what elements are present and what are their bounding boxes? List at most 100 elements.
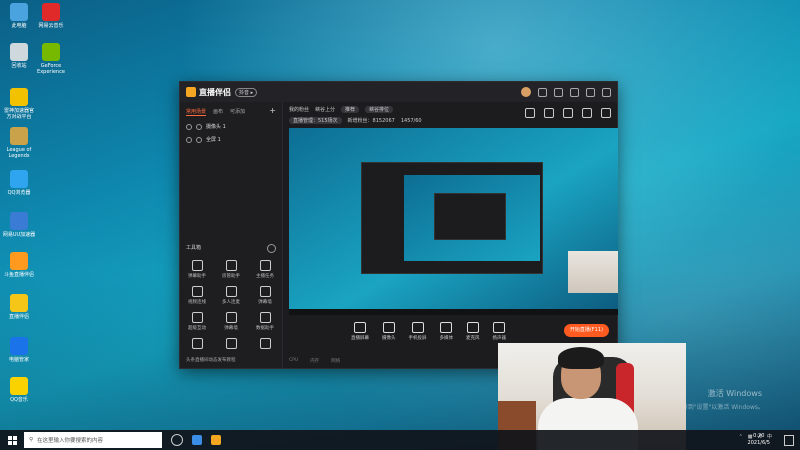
windows-icon	[7, 435, 17, 445]
desktop-icon-label: 雷神加速器官方对战平台	[3, 108, 34, 120]
tool-item[interactable]: 房管助手	[214, 260, 248, 279]
desktop-icon[interactable]: 直播伴侣	[2, 294, 36, 320]
download-icon	[225, 338, 237, 349]
desktop-icon[interactable]: League of Legends	[2, 127, 36, 159]
desktop-icon-label: League of Legends	[6, 147, 32, 159]
message-icon[interactable]	[554, 87, 563, 97]
notification-icon[interactable]	[784, 435, 794, 446]
menu-icon[interactable]	[570, 87, 579, 97]
tool-item[interactable]: 视频连线	[180, 286, 214, 305]
tool-item[interactable]: 弹幕助手	[180, 260, 214, 279]
lock-icon[interactable]	[544, 108, 554, 118]
tool-label: 多人连麦	[222, 300, 240, 305]
activation-watermark: 激活 Windows	[707, 389, 762, 398]
category-tag[interactable]: 推荐	[341, 106, 360, 113]
tool-item[interactable]: 超级互动	[180, 312, 214, 331]
gift-icon[interactable]	[525, 108, 535, 118]
desktop-icon-label: 电脑管家	[8, 357, 29, 363]
toolbox-header: 工具箱	[186, 244, 276, 253]
tool-item[interactable]: 多人连麦	[214, 286, 248, 305]
live-companion-icon	[10, 294, 28, 312]
desktop-icon[interactable]: QQ音乐	[2, 377, 36, 403]
camera-preview	[568, 251, 618, 293]
clock[interactable]: 0:20 2021/6/5	[748, 433, 770, 447]
desktop-icon-label: GeForce Experience	[37, 63, 65, 75]
desktop-icon-label: 直播伴侣	[8, 314, 29, 320]
microphone-icon	[466, 321, 479, 333]
tab-common-scenes[interactable]: 常用场景	[186, 108, 207, 116]
tool-item[interactable]	[180, 338, 214, 351]
control-media[interactable]: 多媒体	[439, 321, 454, 341]
shop-icon[interactable]	[563, 108, 573, 118]
desktop-icon[interactable]: 网易UU加速器	[2, 212, 36, 238]
tool-item[interactable]	[248, 338, 282, 351]
desktop-icon[interactable]: GeForce Experience	[34, 43, 68, 75]
desktop-icon[interactable]: 此电脑	[2, 3, 36, 29]
task-view-icon[interactable]	[171, 434, 183, 446]
control-phone-cast[interactable]: 手机投屏	[408, 321, 427, 341]
interact-icon	[191, 312, 203, 323]
geforce-icon	[42, 43, 60, 61]
scene-item-fullscreen[interactable]: 全屏 1	[180, 133, 282, 146]
tool-item[interactable]: 弹幕墙	[248, 286, 282, 305]
add-scene-button[interactable]: +	[269, 107, 276, 116]
control-screen-share[interactable]: 直播屏幕	[351, 321, 369, 341]
bell-icon[interactable]	[582, 108, 592, 118]
tab-canvas[interactable]: 画布	[213, 108, 223, 116]
search-icon: ⚲	[29, 437, 34, 443]
lock-icon[interactable]	[196, 123, 202, 130]
settings-icon[interactable]	[538, 87, 547, 97]
tool-item[interactable]: 弹幕墙	[214, 312, 248, 331]
eye-icon[interactable]	[186, 123, 192, 130]
desktop-icon-label: 网易UU加速器	[2, 232, 36, 238]
person-hair	[558, 347, 604, 369]
tool-item[interactable]: 主播任务	[248, 260, 282, 279]
tool-item[interactable]: 数据助手	[248, 312, 282, 331]
room-title[interactable]: 峡谷上分	[315, 106, 335, 113]
eye-icon[interactable]	[186, 136, 192, 143]
screen-share-icon	[354, 321, 366, 333]
desktop-icon[interactable]: 电脑管家	[2, 337, 36, 363]
tab-addable[interactable]: 可添加	[230, 108, 245, 116]
desktop-icon-label: 回收站	[11, 63, 27, 69]
desktop-icon[interactable]: 斗鱼直播伴侣	[2, 252, 36, 278]
platform-badge[interactable]: 抖音 ▸	[235, 87, 258, 97]
start-live-button[interactable]: 开始直播(F11)	[563, 324, 609, 337]
notice-link[interactable]: 头条直播间动态发布教程	[186, 357, 236, 363]
desktop-icon[interactable]: 回收站	[2, 43, 36, 69]
close-icon[interactable]	[602, 87, 611, 97]
data-icon	[259, 312, 271, 323]
desktop-icon[interactable]: 网易云音乐	[34, 3, 68, 29]
taskbar-search[interactable]: ⚲ 在这里输入你要搜索的内容	[24, 432, 162, 448]
game-platform-icon	[10, 88, 28, 106]
tool-item[interactable]	[214, 338, 248, 351]
start-button[interactable]	[0, 430, 24, 450]
desktop-icon[interactable]: 雷神加速器官方对战平台	[2, 88, 36, 120]
stream-preview[interactable]	[289, 128, 618, 315]
toolbox-grid: 弹幕助手 房管助手 主播任务 视频连线 多人连麦 弹幕墙 超级互动 弹幕墙 数据助手	[180, 260, 282, 351]
desktop-icon-label: 此电脑	[11, 23, 27, 29]
chevron-up-icon[interactable]: ⌃	[739, 434, 743, 440]
uu-accelerator-icon	[10, 212, 28, 230]
lock-icon[interactable]	[196, 136, 202, 143]
search-placeholder: 在这里输入你要搜索的内容	[37, 438, 104, 444]
browser-icon[interactable]	[192, 435, 202, 445]
title-bar[interactable]: 直播伴侣 抖音 ▸	[180, 82, 617, 102]
desktop-icon-label: 斗鱼直播伴侣	[3, 272, 34, 278]
recycle-bin-icon	[10, 43, 28, 61]
live-companion-taskbar-icon[interactable]	[211, 435, 221, 445]
main-toolbar	[525, 108, 611, 118]
category-select[interactable]: 峡谷排位	[365, 106, 394, 113]
control-microphone[interactable]: 麦克风	[466, 321, 480, 341]
chat-icon	[191, 260, 203, 271]
share-icon[interactable]	[601, 108, 611, 118]
control-label: 多媒体	[439, 335, 454, 341]
minimize-icon[interactable]	[586, 87, 595, 97]
control-label: 手机投屏	[408, 335, 427, 341]
control-speaker[interactable]: 扬声器	[493, 321, 506, 341]
desktop-icon[interactable]: QQ浏览器	[2, 170, 36, 196]
control-camera[interactable]: 摄像头	[382, 321, 396, 341]
more-icon[interactable]	[267, 244, 276, 253]
scene-item-camera[interactable]: 摄像头 1	[180, 120, 282, 133]
avatar[interactable]	[521, 87, 531, 97]
